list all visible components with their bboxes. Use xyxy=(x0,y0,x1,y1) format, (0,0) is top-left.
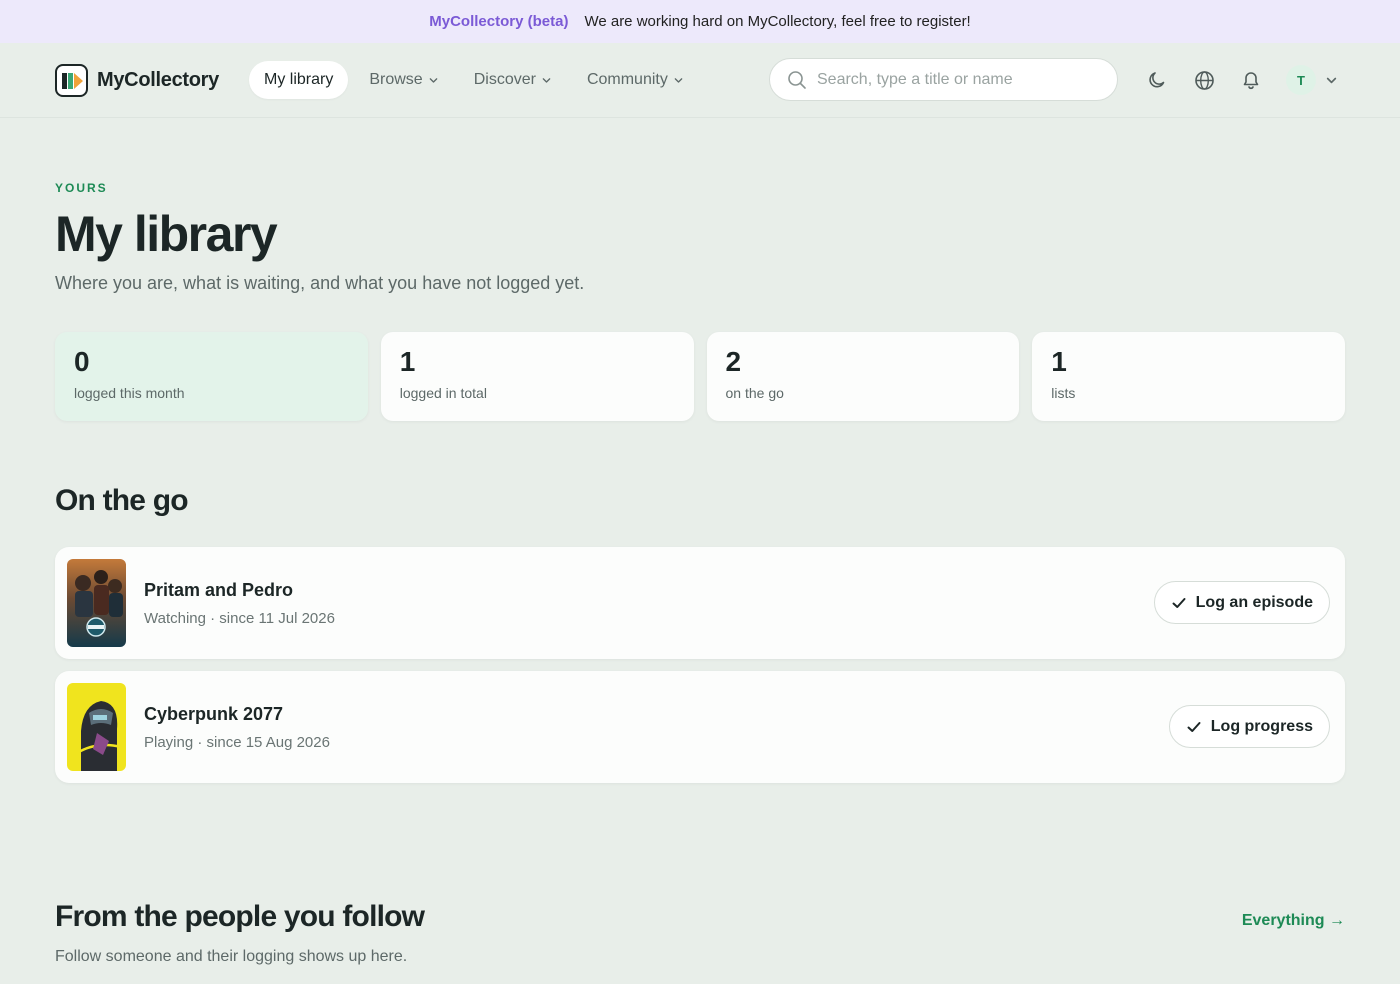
page-title: My library xyxy=(55,206,278,262)
nav-icons: T xyxy=(1145,65,1337,95)
nav-discover-label: Discover xyxy=(473,71,536,88)
nav-discover[interactable]: Discover xyxy=(459,61,566,99)
stat-label: logged in total xyxy=(399,385,487,401)
on-the-go-list: Pritam and Pedro Watching · since 11 Jul… xyxy=(55,547,1345,783)
nav-browse[interactable]: Browse xyxy=(354,61,452,99)
card-meta: Watching · since 11 Jul 2026 xyxy=(144,609,335,627)
following-title: From the people you follow xyxy=(55,900,425,933)
top-nav: MyCollectory My library Browse Discover … xyxy=(0,43,1400,118)
bell-icon[interactable] xyxy=(1239,68,1263,92)
everything-link[interactable]: Everything → xyxy=(1242,912,1345,930)
stat-logged-in-total[interactable]: 1 logged in total xyxy=(380,332,694,421)
stat-on-the-go[interactable]: 2 on the go xyxy=(706,332,1020,421)
page-subtitle: Where you are, what is waiting, and what… xyxy=(55,273,585,293)
card-meta: Playing · since 15 Aug 2026 xyxy=(144,733,330,751)
stat-label: logged this month xyxy=(74,385,185,401)
check-icon xyxy=(1187,721,1201,732)
stat-value: 1 xyxy=(399,346,416,377)
search-input[interactable] xyxy=(817,70,1087,89)
nav-community-label: Community xyxy=(586,71,668,88)
stat-value: 1 xyxy=(1051,346,1067,377)
nav-links: My library Browse Discover Community xyxy=(249,61,698,99)
search-icon xyxy=(788,70,806,89)
card-title[interactable]: Cyberpunk 2077 xyxy=(144,704,330,725)
stats-row: 0 logged this month 1 logged in total 2 … xyxy=(55,332,1345,421)
logo-text: MyCollectory xyxy=(97,68,219,91)
log-progress-label: Log progress xyxy=(1210,717,1313,735)
card-title[interactable]: Pritam and Pedro xyxy=(144,580,335,601)
nav-community[interactable]: Community xyxy=(572,61,698,99)
poster-image[interactable] xyxy=(67,559,126,647)
avatar[interactable]: T xyxy=(1286,65,1316,95)
search-box[interactable] xyxy=(769,58,1118,101)
log-episode-button[interactable]: Log an episode xyxy=(1153,581,1330,624)
nav-my-library-label: My library xyxy=(264,71,334,88)
globe-icon[interactable] xyxy=(1192,68,1216,92)
log-progress-button[interactable]: Log progress xyxy=(1168,705,1330,748)
banner-message: We are working hard on MyCollectory, fee… xyxy=(584,13,971,30)
stat-label: lists xyxy=(1051,385,1076,401)
following-header: From the people you follow Everything → xyxy=(55,900,1345,934)
chevron-down-icon xyxy=(1326,77,1337,83)
chevron-down-icon xyxy=(674,77,683,83)
check-icon xyxy=(1172,597,1186,608)
beta-banner: MyCollectory (beta) We are working hard … xyxy=(0,0,1400,43)
list-item[interactable]: Cyberpunk 2077 Playing · since 15 Aug 20… xyxy=(55,671,1345,783)
moon-icon[interactable] xyxy=(1145,68,1169,92)
stat-lists[interactable]: 1 lists xyxy=(1032,332,1345,421)
logo-icon xyxy=(55,63,88,97)
avatar-menu-toggle[interactable] xyxy=(1326,75,1337,86)
nav-my-library[interactable]: My library xyxy=(249,61,349,99)
stat-label: on the go xyxy=(725,385,784,401)
poster-image[interactable] xyxy=(67,683,126,771)
card-body: Pritam and Pedro Watching · since 11 Jul… xyxy=(144,580,335,627)
on-the-go-title: On the go xyxy=(55,484,189,517)
banner-brand: MyCollectory (beta) xyxy=(429,13,569,30)
stat-value: 2 xyxy=(725,346,742,377)
chevron-down-icon xyxy=(542,77,551,83)
nav-browse-label: Browse xyxy=(369,71,423,88)
list-item[interactable]: Pritam and Pedro Watching · since 11 Jul… xyxy=(55,547,1345,659)
main-content: YOURS My library Where you are, what is … xyxy=(0,181,1400,966)
card-body: Cyberpunk 2077 Playing · since 15 Aug 20… xyxy=(144,704,330,751)
log-episode-label: Log an episode xyxy=(1195,593,1313,611)
stat-logged-this-month[interactable]: 0 logged this month xyxy=(55,332,368,421)
chevron-down-icon xyxy=(429,77,438,83)
logo[interactable]: MyCollectory xyxy=(55,63,219,97)
stat-value: 0 xyxy=(74,346,90,377)
following-subtitle: Follow someone and their logging shows u… xyxy=(55,948,408,965)
page-eyebrow: YOURS xyxy=(55,181,108,195)
